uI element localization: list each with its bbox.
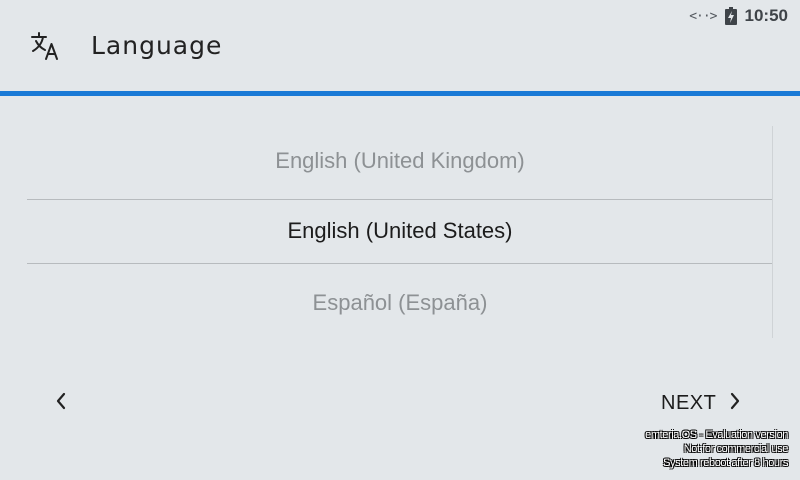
translate-icon: [30, 31, 60, 61]
chevron-left-icon: [54, 391, 68, 415]
chevron-right-icon: [728, 391, 742, 415]
watermark-line: emteria.OS - Evaluation version: [645, 429, 788, 441]
back-button[interactable]: [44, 386, 78, 420]
watermark-line: System reboot after 8 hours: [663, 457, 788, 469]
next-button[interactable]: NEXT: [655, 386, 748, 420]
language-option[interactable]: English (United Kingdom): [27, 126, 773, 196]
header-accent-bar: [0, 91, 800, 96]
next-button-label: NEXT: [661, 391, 717, 414]
page-title: Language: [91, 31, 223, 60]
language-option[interactable]: Español (España): [27, 268, 773, 338]
language-picker[interactable]: English (United Kingdom) English (United…: [27, 126, 773, 338]
picker-scroll-track: [772, 126, 773, 338]
language-option-selected[interactable]: English (United States): [27, 199, 773, 263]
page-header: Language: [0, 0, 800, 92]
evaluation-watermark: emteria.OS - Evaluation version Not for …: [645, 428, 788, 470]
selection-divider-bottom: [27, 263, 773, 264]
setup-wizard-screen: <··> 10:50 Language English (United King…: [0, 0, 800, 480]
watermark-line: Not for commercial use: [683, 443, 789, 455]
